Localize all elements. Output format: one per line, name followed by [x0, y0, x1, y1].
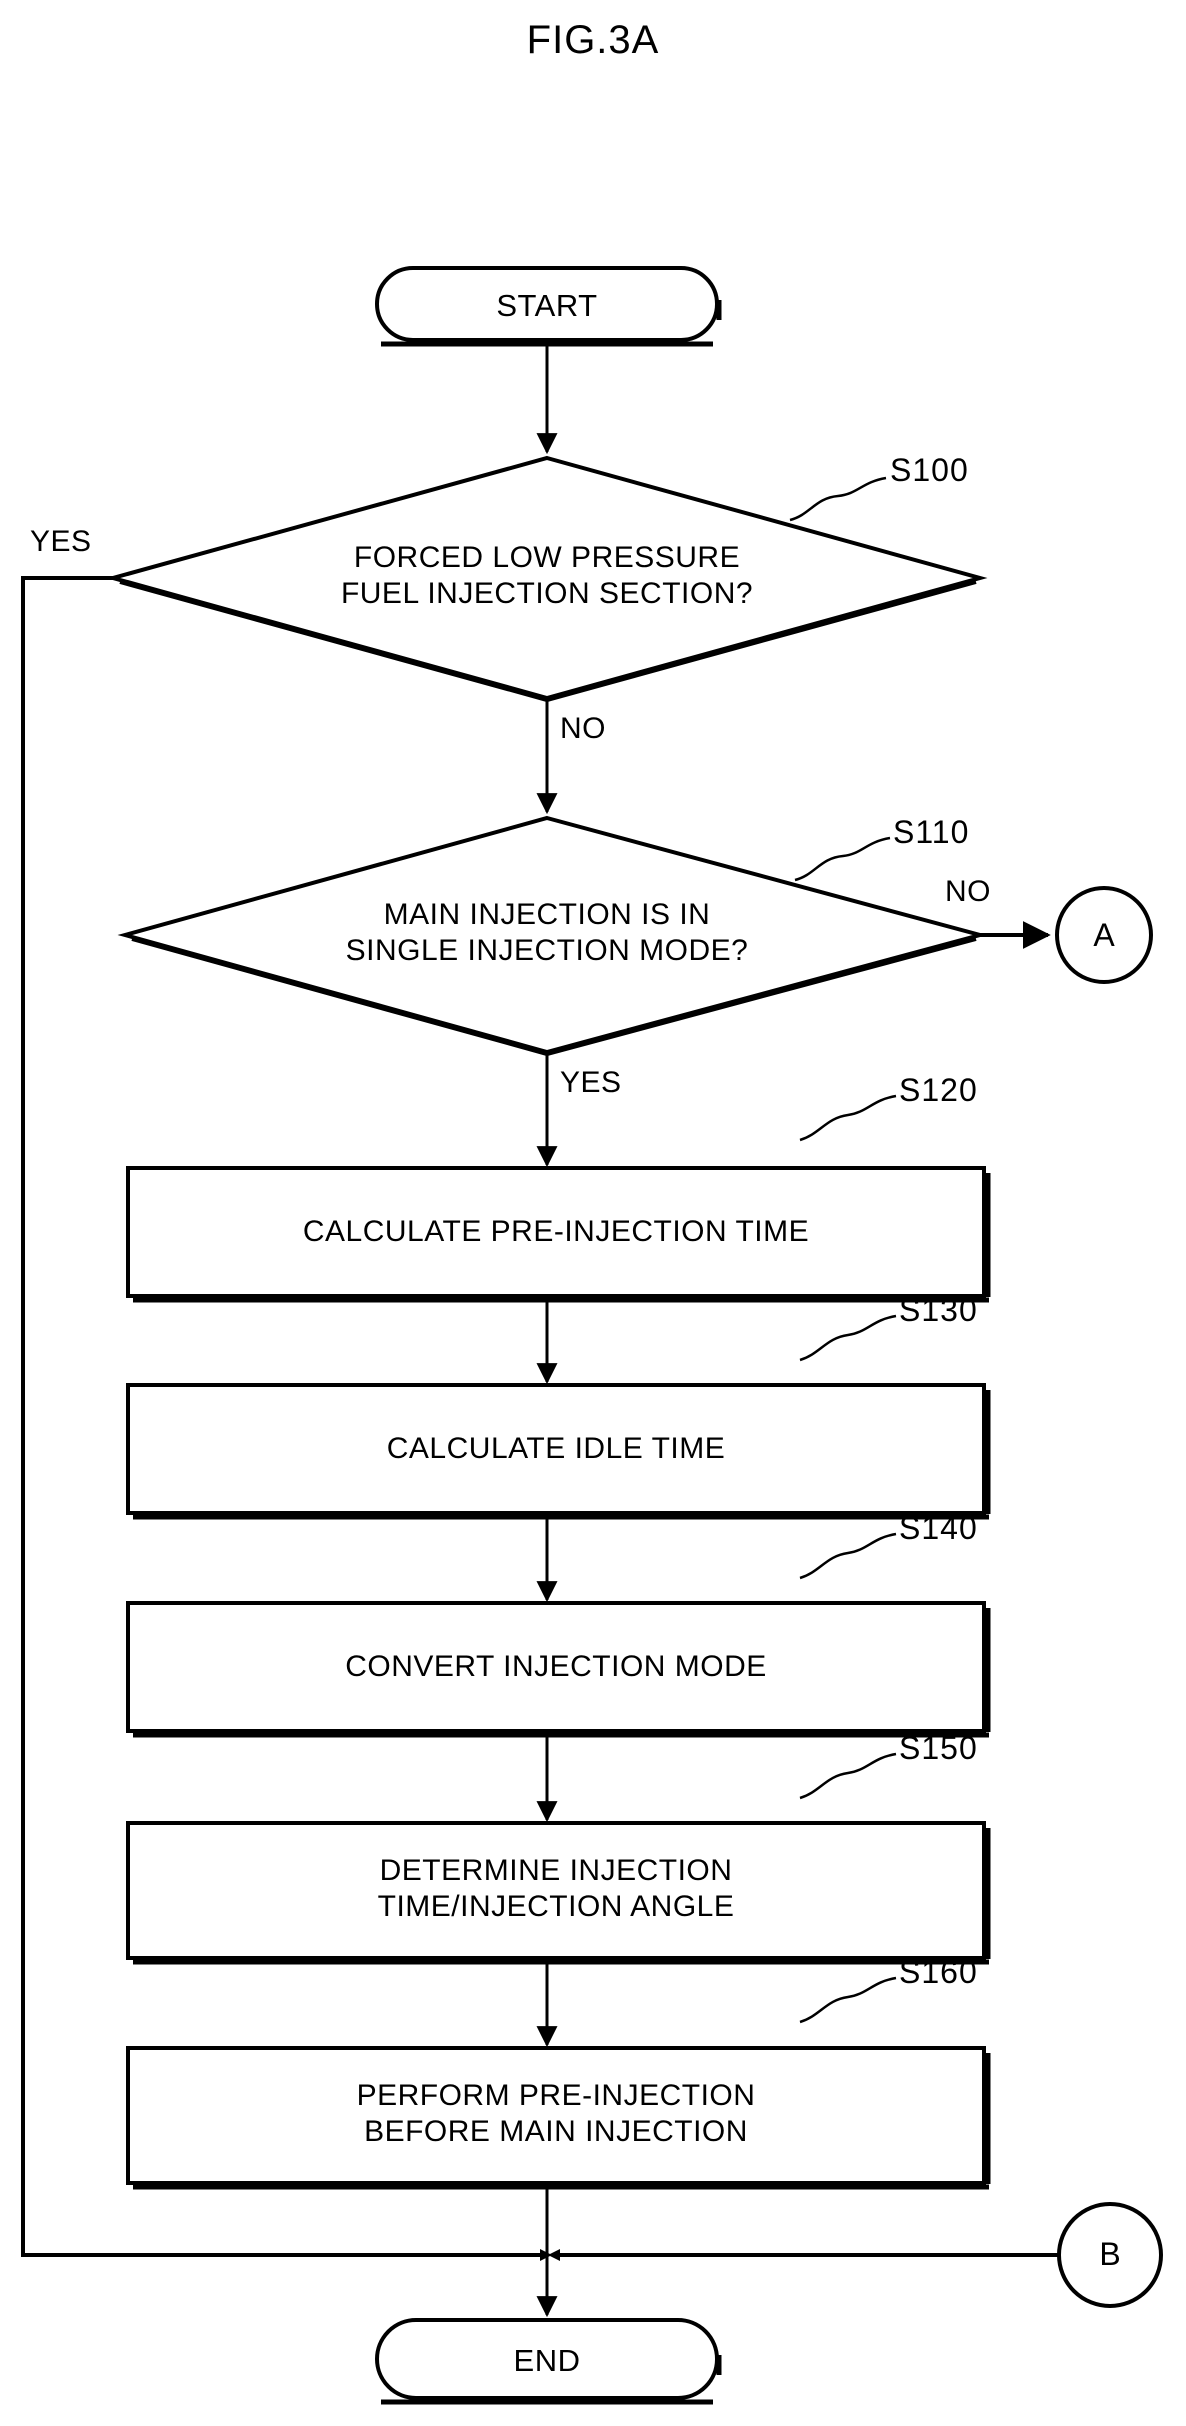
edge-label-s100-yes: YES: [30, 525, 92, 558]
leader-s120: [799, 1094, 897, 1142]
step-label-s140: S140: [899, 1510, 978, 1546]
leader-s110: [794, 836, 891, 882]
node-start: [375, 266, 722, 347]
node-s100: [105, 455, 988, 703]
edge-label-s110-yes: YES: [560, 1066, 622, 1099]
leader-s150: [799, 1752, 897, 1800]
figure-page: FIG.3A START FORCED LOW PRESSURE FUEL IN…: [0, 0, 1186, 2426]
step-label-s100: S100: [890, 452, 969, 488]
edge-b-to-end: [548, 2249, 1058, 2261]
edge-label-s100-no: NO: [560, 712, 606, 745]
edge-label-s110-no: NO: [945, 875, 991, 908]
step-label-s120: S120: [899, 1072, 978, 1108]
node-s120: [126, 1166, 991, 1303]
flowchart-canvas: [21, 266, 1163, 2405]
step-label-s110: S110: [893, 814, 970, 850]
step-label-s150: S150: [899, 1730, 978, 1766]
node-s160: [126, 2046, 991, 2190]
node-s140: [126, 1601, 991, 1738]
leader-s160: [799, 1976, 897, 2024]
leader-s130: [799, 1314, 897, 1362]
step-label-s160: S160: [899, 1954, 978, 1990]
node-end: [375, 2318, 722, 2405]
leader-s100: [789, 476, 887, 522]
node-s150: [126, 1821, 991, 1965]
node-connector-b-label: B: [1099, 2236, 1121, 2272]
node-connector-a-label: A: [1093, 917, 1115, 953]
leader-s140: [799, 1532, 897, 1580]
step-label-s130: S130: [899, 1292, 978, 1328]
node-s130: [126, 1383, 991, 1520]
